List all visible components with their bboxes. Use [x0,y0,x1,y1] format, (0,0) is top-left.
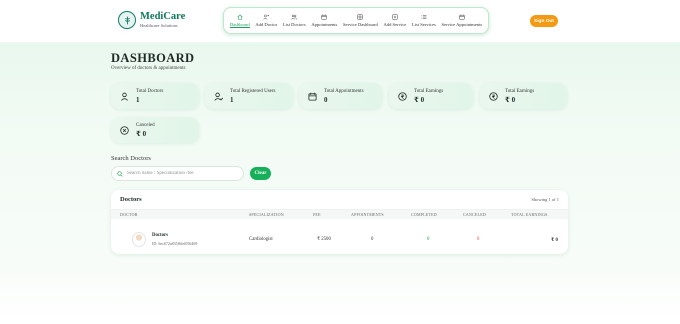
doctor-id: ID: 6ec672a835f6fef056469 [152,241,198,246]
stat-label: Total Doctors [136,88,164,94]
calendar-icon [308,92,317,101]
nav-label: Service Appointments [441,22,483,27]
stat-label: Total Earnings [505,88,535,94]
search-input[interactable] [127,171,237,176]
user-plus-icon [263,14,270,20]
page-subtitle: Overview of doctors & appointments [111,66,186,71]
rupee-circle-icon [489,91,498,101]
nav-label: Dashboard [229,21,250,28]
doctor-earnings: ₹ 0 [551,238,558,243]
nav-add-service[interactable]: Add Service [383,14,406,27]
stat-value: 0 [324,95,328,104]
column-header: CANCELED [463,212,486,217]
grid-icon [357,14,364,20]
stat-value: 1 [136,95,140,104]
column-header: TOTAL EARNINGS [511,212,548,217]
users-icon [291,14,298,20]
top-header: MediCare Healthcare Solutions Dashboard … [0,0,680,42]
search-box [111,166,244,181]
column-header: COMPLETED [411,212,437,217]
nav-label: Add Doctor [255,22,278,27]
column-header: DOCTOR [120,212,138,217]
home-icon [237,14,243,20]
doctor-avatar [132,232,146,247]
column-header: FEE [313,212,321,217]
nav-service-appointments[interactable]: Service Appointments [441,14,482,27]
doctor-specialization: Cardiologist [249,237,273,242]
stat-label: Canceled [136,122,155,128]
stat-value: ₹ 0 [414,95,425,104]
doctor-name: Doctors [152,233,168,238]
stat-card-registered-users: Total Registered Users 1 [205,83,293,109]
table-row[interactable]: Doctors ID: 6ec672a835f6fef056469 Cardio… [111,219,568,254]
column-header: APPOINTMENTS [351,212,384,217]
doctor-completed: 0 [427,237,430,242]
stat-card-total-appointments: Total Appointments 0 [299,83,382,109]
nav-label: Service Dashboard [342,22,378,27]
table-count: Showing 1 of 1 [531,197,559,202]
stat-card-total-doctors: Total Doctors 1 [111,83,199,109]
brand-tagline: Healthcare Solutions [140,23,178,28]
nav-list-services[interactable]: List Services [412,14,436,27]
column-header: SPECIALIZATION [249,212,284,217]
stat-card-canceled: Canceled ₹ 0 [111,117,199,143]
stat-value: ₹ 0 [136,129,147,138]
user-check-icon [214,92,223,101]
nav-add-doctor[interactable]: Add Doctor [255,14,277,27]
column-header-row: DOCTOR SPECIALIZATION FEE APPOINTMENTS C… [111,210,568,219]
x-circle-icon [120,125,129,135]
doctor-fee: ₹ 2500 [317,237,331,242]
search-icon [117,170,123,177]
plus-square-icon [392,14,398,20]
logo[interactable]: MediCare Healthcare Solutions [118,11,185,29]
calendar-icon [321,14,327,20]
nav-label: List Services [411,22,436,27]
stat-label: Total Earnings [414,88,444,94]
sign-out-button[interactable]: Sign Out [530,15,558,27]
clear-button[interactable]: Clear [250,167,271,180]
rupee-circle-icon [398,91,407,101]
stat-label: Total Registered Users [230,88,276,94]
user-icon [121,92,128,101]
table-title: Doctors [120,196,142,203]
stat-value: 1 [230,95,234,104]
doctor-appointments: 0 [371,237,374,242]
nav-list-doctors[interactable]: List Doctors [283,14,306,27]
doctor-canceled: 0 [477,237,480,242]
stat-card-total-earnings-2: Total Earnings ₹ 0 [480,83,567,109]
stat-label: Total Appointments [324,88,364,94]
brand-name: MediCare [140,10,186,22]
doctors-table: Doctors Showing 1 of 1 DOCTOR SPECIALIZA… [111,190,568,254]
stat-value: ₹ 0 [505,95,516,104]
table-header: Doctors Showing 1 of 1 [111,190,568,210]
search-label: Search Doctors [111,155,151,162]
stat-card-total-earnings: Total Earnings ₹ 0 [389,83,473,109]
nav-dashboard[interactable]: Dashboard [229,14,250,28]
nav-service-dashboard[interactable]: Service Dashboard [343,14,378,27]
nav-label: Add Service [383,22,407,27]
page-title: DASHBOARD [111,51,195,65]
calendar-icon [459,14,465,20]
nav-label: Appointments [311,22,338,27]
nav-appointments[interactable]: Appointments [311,14,337,27]
medical-logo-icon [118,11,136,29]
nav-label: List Doctors [282,22,306,27]
main-nav: Dashboard Add Doctor List Doctors Appoin… [223,7,489,34]
list-icon [421,15,427,19]
